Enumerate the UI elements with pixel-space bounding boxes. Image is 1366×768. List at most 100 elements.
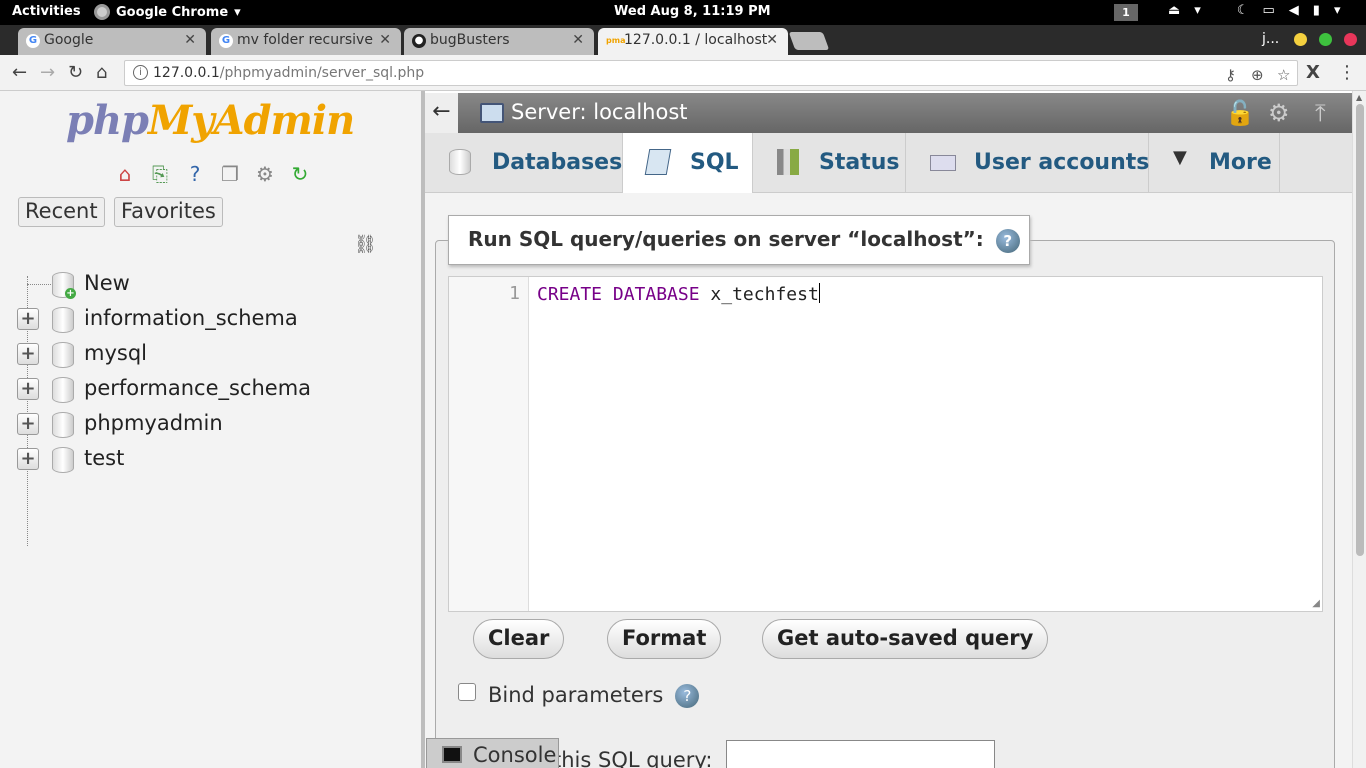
browser-tab-localhost[interactable]: pma 127.0.0.1 / localhost ✕ [598,28,788,55]
database-icon [52,412,74,438]
page-scrollbar[interactable]: ▲ [1352,91,1366,768]
app-menu[interactable]: Google Chrome ▾ [94,4,241,20]
collapse-top-icon[interactable]: ⤒ [1315,99,1326,127]
recent-button[interactable]: Recent [18,197,105,227]
tab-more[interactable]: ▼ More [1149,133,1280,193]
minimize-button[interactable] [1294,33,1307,46]
expand-icon[interactable]: + [17,413,39,435]
tree-connector [27,284,51,285]
zoom-icon[interactable]: ⊕ [1251,66,1264,84]
close-window-button[interactable] [1344,33,1357,46]
tab-user-accounts[interactable]: User accounts [906,133,1149,193]
browser-tab-mv-folder[interactable]: G mv folder recursive ✕ [211,28,401,55]
tab-title: 127.0.0.1 / localhost [624,32,768,48]
help-icon[interactable]: ? [182,161,208,187]
help-icon[interactable]: ? [995,228,1020,253]
tree-item-new[interactable]: + New [16,267,416,302]
get-auto-saved-query-button[interactable]: Get auto-saved query [762,619,1049,659]
console-toggle[interactable]: Console [426,738,559,768]
scroll-up-icon[interactable]: ▲ [1356,93,1362,102]
bookmark-input[interactable] [726,740,995,768]
code-line[interactable]: CREATE DATABASE x_techfest [537,283,820,305]
expand-icon[interactable]: + [17,448,39,470]
phpmyadmin-logo[interactable]: phpMyAdmin [66,97,355,144]
tree-item-performance-schema[interactable]: + performance_schema [16,372,416,407]
gear-icon[interactable]: ⚙ [1268,99,1290,127]
chrome-icon [94,4,110,20]
format-button[interactable]: Format [607,619,722,659]
sql-editor[interactable]: 1 CREATE DATABASE x_techfest ◢ [448,276,1323,612]
pma-favicon: pma [606,36,626,45]
bind-parameters-checkbox[interactable] [458,683,476,701]
plus-icon: + [65,288,76,299]
tree-item-mysql[interactable]: + mysql [16,337,416,372]
identifier-token: x_techfest [710,284,819,305]
close-icon[interactable]: ✕ [184,32,196,48]
back-icon[interactable]: ← [12,62,27,83]
tree-item-label: information_schema [84,306,298,330]
main-content: ← Server: localhost 🔓 ⚙ ⤒ Databases SQL … [425,91,1352,768]
expand-icon[interactable]: + [17,378,39,400]
navigation-panel: phpMyAdmin ⌂ ⎘ ? ❐ ⚙ ↻ Recent Favorites … [0,91,421,768]
quick-links: ⌂ ⎘ ? ❐ ⚙ ↻ [112,161,313,187]
tree-item-label: phpmyadmin [84,411,223,435]
lock-icon[interactable]: 🔓 [1225,99,1255,127]
favorites-button[interactable]: Favorites [114,197,223,227]
tree-item-test[interactable]: + test [16,442,416,477]
scrollbar-thumb[interactable] [1356,104,1364,556]
battery-icon: ▮ [1312,3,1320,18]
tree-item-phpmyadmin[interactable]: + phpmyadmin [16,407,416,442]
docs-icon[interactable]: ❐ [217,161,243,187]
forward-icon[interactable]: → [40,62,55,83]
address-bar[interactable]: i 127.0.0.1/phpmyadmin/server_sql.php ⚷ … [124,60,1298,86]
console-icon [442,746,462,763]
link-icon[interactable]: ⛓ [354,234,377,255]
clock[interactable]: Wed Aug 8, 11:19 PM [614,4,771,19]
chevron-down-icon: ▾ [234,4,241,20]
app-name: Google Chrome [116,4,229,20]
tab-sql[interactable]: SQL [623,133,753,194]
tab-title: bugBusters [430,32,510,48]
tab-status[interactable]: Status [753,133,906,193]
server-title[interactable]: Server: localhost [511,100,688,124]
google-icon: G [26,34,40,48]
new-tab-button[interactable] [788,32,830,50]
logout-icon[interactable]: ⎘ [147,161,173,187]
system-top-bar: Activities Google Chrome ▾ Wed Aug 8, 11… [0,0,1366,25]
volume-icon: ◀ [1288,3,1299,18]
menu-icon[interactable]: ⋮ [1338,62,1356,83]
close-icon[interactable]: ✕ [379,32,391,48]
home-icon[interactable]: ⌂ [96,62,107,83]
resize-handle-icon[interactable]: ◢ [1312,598,1320,609]
sql-icon [644,149,672,175]
tab-databases[interactable]: Databases [425,133,623,193]
expand-icon[interactable]: + [17,308,39,330]
browser-tab-google[interactable]: G Google ✕ [18,28,206,55]
keyword-token: DATABASE [612,284,700,305]
star-icon[interactable]: ☆ [1277,66,1290,84]
close-icon[interactable]: ✕ [572,32,584,48]
tree-item-information-schema[interactable]: + information_schema [16,302,416,337]
maximize-button[interactable] [1319,33,1332,46]
reload-icon[interactable]: ↻ [68,62,83,83]
reload-icon[interactable]: ↻ [287,161,313,187]
help-icon[interactable]: ? [675,684,700,708]
text-caret [818,283,820,303]
expand-icon[interactable]: + [17,343,39,365]
close-icon[interactable]: ✕ [766,32,778,48]
info-icon[interactable]: i [133,65,148,80]
legend-text: Run SQL query/queries on server “localho… [468,227,984,251]
home-icon[interactable]: ⌂ [112,161,138,187]
profile-button[interactable]: j... [1262,31,1279,47]
key-icon[interactable]: ⚷ [1225,66,1236,84]
collapse-panel-icon[interactable]: ← [425,93,458,133]
chevron-down-icon: ▼ [1173,147,1187,168]
activities-button[interactable]: Activities [12,4,81,19]
workspace-indicator[interactable]: 1 [1114,4,1138,21]
extension-icon[interactable]: X [1306,62,1320,83]
system-tray[interactable]: ⏏ ▾ ☾ ▭ ◀ ▮ ▾ [1168,3,1340,18]
browser-tab-bugbusters[interactable]: ● bugBusters ✕ [404,28,594,55]
main-tabs: Databases SQL Status User accounts ▼ Mor… [425,133,1352,194]
clear-button[interactable]: Clear [473,619,565,659]
gear-icon[interactable]: ⚙ [252,161,278,187]
